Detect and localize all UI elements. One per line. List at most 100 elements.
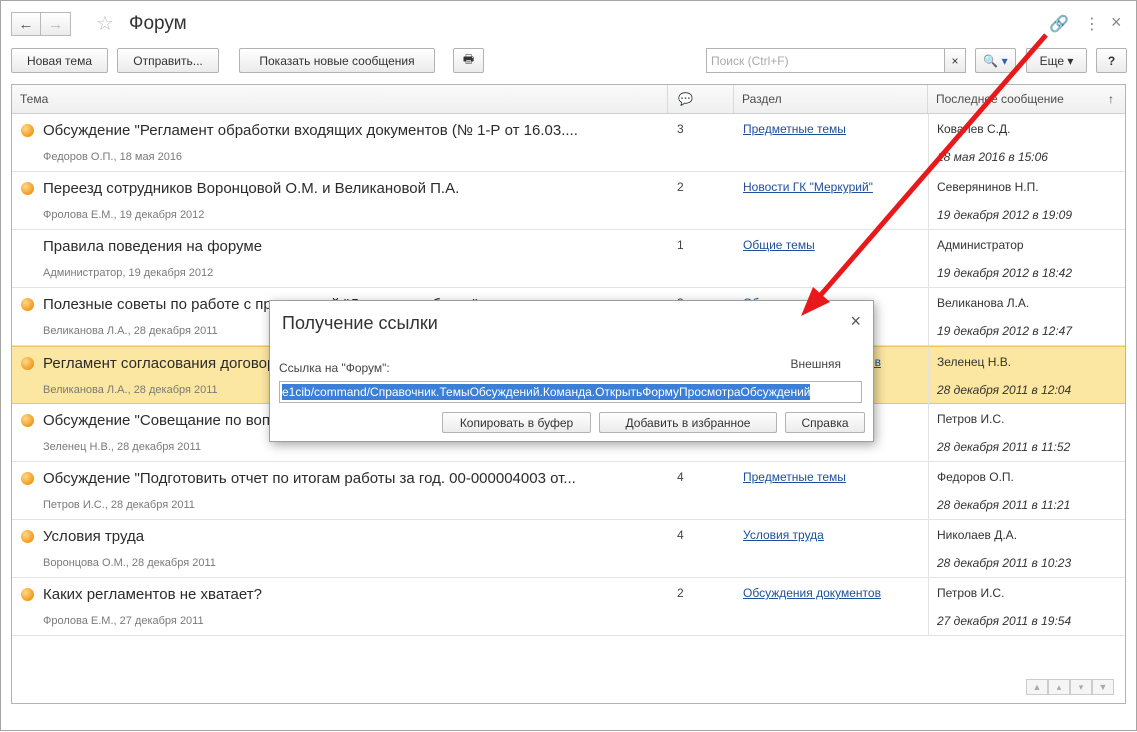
table-header: Тема 💬 Раздел Последнее сообщение ↑: [12, 85, 1125, 114]
print-icon: 🖶: [462, 52, 475, 66]
last-message-date: 27 декабря 2011 в 19:54: [937, 614, 1072, 628]
arrow-right-icon: →: [48, 15, 63, 33]
last-message-author: Великанова Л.А.: [937, 296, 1030, 310]
column-header-topic[interactable]: Тема: [12, 85, 668, 113]
close-icon[interactable]: ×: [1111, 12, 1122, 33]
last-message-date: 28 декабря 2011 в 11:52: [937, 440, 1071, 454]
send-button[interactable]: Отправить...: [117, 48, 219, 73]
dialog-title: Получение ссылки: [282, 313, 438, 333]
link-icon[interactable]: 🔗: [1049, 14, 1069, 34]
topic-author-date: Администратор, 19 декабря 2012: [43, 267, 214, 279]
scroll-bottom-button[interactable]: ▼: [1092, 679, 1114, 695]
topic-author-date: Воронцова О.М., 28 декабря 2011: [43, 557, 216, 569]
table-row[interactable]: Правила поведения на форуме Администратор…: [12, 230, 1125, 288]
column-header-section[interactable]: Раздел: [734, 85, 928, 113]
last-message-date: 19 декабря 2012 в 12:47: [937, 324, 1073, 338]
more-button[interactable]: Еще ▾: [1026, 48, 1087, 73]
column-header-last-message[interactable]: Последнее сообщение ↑: [928, 85, 1126, 113]
last-message-date: 19 декабря 2012 в 19:09: [937, 208, 1073, 222]
external-link-toggle[interactable]: Внешняя: [790, 357, 841, 371]
link-url-field[interactable]: e1cib/command/Справочник.ТемыОбсуждений.…: [279, 381, 862, 403]
last-message-cell: Северянинов Н.П. 19 декабря 2012 в 19:09: [928, 172, 1126, 229]
back-button[interactable]: ←: [11, 12, 41, 36]
search-button[interactable]: 🔍 ▾: [975, 48, 1016, 73]
last-message-author: Петров И.С.: [937, 586, 1005, 600]
scroll-down-button[interactable]: ▾: [1070, 679, 1092, 695]
section-link[interactable]: Условия труда: [743, 528, 824, 542]
table-row[interactable]: Каких регламентов не хватает? Фролова Е.М…: [12, 578, 1125, 636]
section-link[interactable]: Предметные темы: [743, 470, 846, 484]
topic-author-date: Зеленец Н.В., 28 декабря 2011: [43, 441, 201, 453]
last-message-author: Администратор: [937, 238, 1024, 252]
topic-author-date: Фролова Е.М., 19 декабря 2012: [43, 209, 205, 221]
dialog-help-button[interactable]: Справка: [785, 412, 865, 433]
link-url-text: e1cib/command/Справочник.ТемыОбсуждений.…: [282, 384, 811, 400]
section-link[interactable]: Предметные темы: [743, 122, 846, 136]
table-row[interactable]: Переезд сотрудников Воронцовой О.М. и Ве…: [12, 172, 1125, 230]
topic-author-date: Федоров О.П., 18 мая 2016: [43, 151, 183, 163]
section-link[interactable]: Новости ГК "Меркурий": [743, 180, 873, 194]
help-button[interactable]: ?: [1096, 48, 1127, 73]
message-count: 2: [677, 586, 684, 600]
last-message-date: 28 декабря 2011 в 11:21: [937, 498, 1071, 512]
last-message-cell: Николаев Д.А. 28 декабря 2011 в 10:23: [928, 520, 1126, 577]
section-link[interactable]: Общие темы: [743, 238, 815, 252]
last-message-cell: Зеленец Н.В. 28 декабря 2011 в 12:04: [928, 347, 1126, 404]
last-message-cell: Петров И.С. 27 декабря 2011 в 19:54: [928, 578, 1126, 635]
sort-asc-icon: ↑: [1108, 92, 1114, 106]
last-message-cell: Великанова Л.А. 19 декабря 2012 в 12:47: [928, 288, 1126, 345]
get-link-dialog: Получение ссылки × Ссылка на "Форум": Вн…: [269, 300, 874, 442]
last-message-cell: Ковалев С.Д. 18 мая 2016 в 15:06: [928, 114, 1126, 171]
unread-indicator-icon: [21, 472, 34, 485]
last-message-date: 28 декабря 2011 в 12:04: [937, 383, 1072, 397]
message-count: 1: [677, 238, 684, 252]
favorite-star-icon[interactable]: ☆: [96, 12, 114, 36]
forward-button[interactable]: →: [41, 12, 71, 36]
last-message-author: Федоров О.П.: [937, 470, 1014, 484]
topic-author-date: Великанова Л.А., 28 декабря 2011: [43, 325, 218, 337]
table-row[interactable]: Условия труда Воронцова О.М., 28 декабря …: [12, 520, 1125, 578]
last-message-date: 19 декабря 2012 в 18:42: [937, 266, 1073, 280]
section-link[interactable]: Обсуждения документов: [743, 586, 881, 600]
show-new-messages-button[interactable]: Показать новые сообщения: [239, 48, 435, 73]
table-row[interactable]: Обсуждение "Регламент обработки входящих…: [12, 114, 1125, 172]
copy-to-clipboard-button[interactable]: Копировать в буфер: [442, 412, 591, 433]
message-count: 3: [677, 122, 684, 136]
message-count: 4: [677, 528, 684, 542]
print-button[interactable]: 🖶: [453, 48, 484, 73]
scroll-up-button[interactable]: ▴: [1048, 679, 1070, 695]
more-menu-icon[interactable]: ⋮: [1084, 14, 1100, 34]
navigation-buttons: ← →: [11, 12, 71, 36]
column-header-count[interactable]: 💬: [668, 85, 734, 113]
last-message-cell: Федоров О.П. 28 декабря 2011 в 11:21: [928, 462, 1126, 519]
topic-subject: Правила поведения на форуме: [43, 238, 263, 255]
dialog-close-icon[interactable]: ×: [850, 311, 861, 332]
search-input[interactable]: [706, 48, 945, 73]
last-message-date: 28 декабря 2011 в 10:23: [937, 556, 1072, 570]
topic-author-date: Великанова Л.А., 28 декабря 2011: [43, 384, 218, 396]
scroll-top-button[interactable]: ▲: [1026, 679, 1048, 695]
last-message-author: Петров И.С.: [937, 412, 1005, 426]
last-message-author: Северянинов Н.П.: [937, 180, 1039, 194]
forum-window: ← → ☆ Форум 🔗 ⋮ × Новая тема Отправить..…: [0, 0, 1137, 731]
last-message-author: Николаев Д.А.: [937, 528, 1018, 542]
scroll-controls: ▲ ▴ ▾ ▼: [1026, 679, 1114, 695]
topic-subject: Обсуждение "Регламент обработки входящих…: [43, 122, 578, 139]
last-message-cell: Петров И.С. 28 декабря 2011 в 11:52: [928, 404, 1126, 461]
unread-indicator-icon: [21, 414, 34, 427]
topic-author-date: Фролова Е.М., 27 декабря 2011: [43, 615, 204, 627]
search-clear-button[interactable]: ×: [944, 48, 966, 73]
last-message-date: 18 мая 2016 в 15:06: [937, 150, 1048, 164]
link-label: Ссылка на "Форум":: [279, 361, 390, 375]
unread-indicator-icon: [21, 182, 34, 195]
message-count: 2: [677, 180, 684, 194]
last-message-label: Последнее сообщение: [936, 92, 1064, 106]
table-row[interactable]: Обсуждение "Подготовить отчет по итогам …: [12, 462, 1125, 520]
topic-subject: Каких регламентов не хватает?: [43, 586, 262, 603]
add-to-favorites-button[interactable]: Добавить в избранное: [599, 412, 777, 433]
last-message-cell: Администратор 19 декабря 2012 в 18:42: [928, 230, 1126, 287]
unread-indicator-icon: [21, 298, 34, 311]
topic-author-date: Петров И.С., 28 декабря 2011: [43, 499, 195, 511]
unread-indicator-icon: [21, 588, 34, 601]
new-topic-button[interactable]: Новая тема: [11, 48, 108, 73]
